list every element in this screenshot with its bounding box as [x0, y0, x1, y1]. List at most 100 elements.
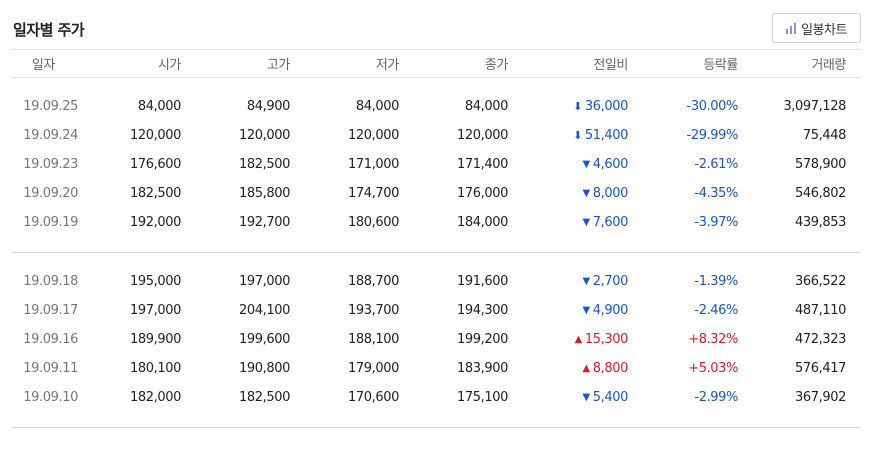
- change-cell: ▼ 8,000: [531, 179, 628, 208]
- daily-chart-button-label: 일봉차트: [801, 22, 847, 38]
- rate-cell: -29.99%: [686, 128, 739, 143]
- table-row: 19.09.25 84,000 84,900 84,000 84,000 ⬇ 36,000 -…: [11, 92, 861, 121]
- volume-cell: 439,853: [795, 215, 846, 230]
- col-header-volume: 거래량: [811, 58, 846, 73]
- close-cell: 175,100: [457, 390, 508, 405]
- low-cell: 193,700: [348, 303, 399, 318]
- col-header-low: 저가: [375, 58, 400, 73]
- change-value: 5,400: [592, 390, 629, 405]
- table-spacer: [11, 237, 861, 252]
- volume-cell: 576,417: [795, 361, 846, 376]
- limit-down-arrow-icon: ⬇: [573, 100, 582, 113]
- table-row: 19.09.16 189,900 199,600 188,100 199,200 ▲ 15,…: [11, 325, 861, 354]
- low-cell: 180,600: [348, 215, 399, 230]
- low-cell: 120,000: [348, 128, 399, 143]
- low-cell: 188,100: [348, 332, 399, 347]
- rate-cell: -2.61%: [694, 157, 738, 172]
- open-cell: 197,000: [130, 303, 181, 318]
- open-cell: 195,000: [130, 274, 181, 289]
- rate-cell: +8.32%: [688, 332, 738, 347]
- close-cell: 84,000: [464, 99, 508, 114]
- volume-cell: 366,522: [795, 274, 846, 289]
- change-value: 51,400: [584, 128, 628, 143]
- open-cell: 182,000: [130, 390, 181, 405]
- date-cell: 19.09.11: [23, 361, 78, 376]
- high-cell: 197,000: [239, 274, 290, 289]
- table-row: 19.09.17 197,000 204,100 193,700 194,300 ▼ 4,9…: [11, 296, 861, 325]
- table-row: 19.09.10 182,000 182,500 170,600 175,100 ▼ 5,4…: [11, 383, 861, 412]
- close-cell: 199,200: [457, 332, 508, 347]
- close-cell: 183,900: [457, 361, 508, 376]
- col-header-rate: 등락률: [703, 58, 738, 73]
- down-triangle-icon: ▼: [582, 216, 590, 228]
- rate-cell: -2.46%: [694, 303, 738, 318]
- rate-cell: +5.03%: [688, 361, 738, 376]
- bar-chart-icon: [786, 22, 797, 34]
- open-cell: 176,600: [130, 157, 181, 172]
- daily-price-table: 일자 시가 고가 저가 종가 전일비 등락률 거래량 19.09.25 84,00…: [11, 49, 861, 428]
- close-cell: 184,000: [457, 215, 508, 230]
- table-row: 19.09.23 176,600 182,500 171,000 171,400 ▼ 4,6…: [11, 150, 861, 179]
- high-cell: 199,600: [239, 332, 290, 347]
- daily-chart-button[interactable]: 일봉차트: [772, 13, 861, 43]
- volume-cell: 472,323: [795, 332, 846, 347]
- change-value: 36,000: [584, 99, 628, 114]
- low-cell: 188,700: [348, 274, 399, 289]
- low-cell: 174,700: [348, 186, 399, 201]
- change-value: 4,600: [592, 157, 629, 172]
- date-cell: 19.09.23: [23, 157, 78, 172]
- close-cell: 191,600: [457, 274, 508, 289]
- down-triangle-icon: ▼: [582, 158, 590, 170]
- change-value: 15,300: [584, 332, 628, 347]
- date-cell: 19.09.20: [23, 186, 78, 201]
- change-value: 4,900: [592, 303, 629, 318]
- volume-cell: 367,902: [795, 390, 846, 405]
- change-cell: ▲ 8,800: [531, 354, 628, 383]
- rate-cell: -2.99%: [694, 390, 738, 405]
- table-body: 19.09.25 84,000 84,900 84,000 84,000 ⬇ 36,000-…: [11, 78, 861, 428]
- high-cell: 190,800: [239, 361, 290, 376]
- change-value: 8,000: [592, 186, 629, 201]
- high-cell: 182,500: [239, 390, 290, 405]
- col-header-open: 시가: [157, 58, 182, 73]
- rate-cell: -3.97%: [694, 215, 738, 230]
- date-cell: 19.09.17: [23, 303, 78, 318]
- table-row: 19.09.18 195,000 197,000 188,700 191,600 ▼ 2,7…: [11, 267, 861, 296]
- table-row: 19.09.19 192,000 192,700 180,600 184,000 ▼ 7,6…: [11, 208, 861, 237]
- change-cell: ▼ 4,600: [531, 150, 628, 179]
- table-spacer: [11, 412, 861, 427]
- rate-cell: -1.39%: [694, 274, 738, 289]
- open-cell: 84,000: [137, 99, 181, 114]
- table-bottom-border: [11, 427, 861, 428]
- change-cell: ▼ 2,700: [531, 267, 628, 296]
- date-cell: 19.09.16: [23, 332, 78, 347]
- change-cell: ▼ 4,900: [531, 296, 628, 325]
- change-value: 7,600: [592, 215, 629, 230]
- low-cell: 171,000: [348, 157, 399, 172]
- col-header-date: 일자: [31, 58, 56, 73]
- rate-cell: -4.35%: [694, 186, 738, 201]
- volume-cell: 75,448: [802, 128, 846, 143]
- close-cell: 171,400: [457, 157, 508, 172]
- high-cell: 192,700: [239, 215, 290, 230]
- down-triangle-icon: ▼: [582, 304, 590, 316]
- section-title: 일자별 주가: [13, 21, 85, 39]
- change-value: 8,800: [592, 361, 629, 376]
- low-cell: 84,000: [355, 99, 399, 114]
- low-cell: 179,000: [348, 361, 399, 376]
- low-cell: 170,600: [348, 390, 399, 405]
- table-spacer: [11, 253, 861, 267]
- change-cell: ▼ 7,600: [531, 208, 628, 237]
- open-cell: 180,100: [130, 361, 181, 376]
- volume-cell: 578,900: [795, 157, 846, 172]
- date-cell: 19.09.10: [23, 390, 78, 405]
- rate-cell: -30.00%: [686, 99, 739, 114]
- down-triangle-icon: ▼: [582, 275, 590, 287]
- table-row: 19.09.24 120,000 120,000 120,000 120,000 ⬇ 51,…: [11, 121, 861, 150]
- change-value: 2,700: [592, 274, 629, 289]
- table-spacer: [11, 78, 861, 92]
- col-header-high: 고가: [266, 58, 291, 73]
- col-header-close: 종가: [484, 58, 509, 73]
- close-cell: 120,000: [457, 128, 508, 143]
- close-cell: 194,300: [457, 303, 508, 318]
